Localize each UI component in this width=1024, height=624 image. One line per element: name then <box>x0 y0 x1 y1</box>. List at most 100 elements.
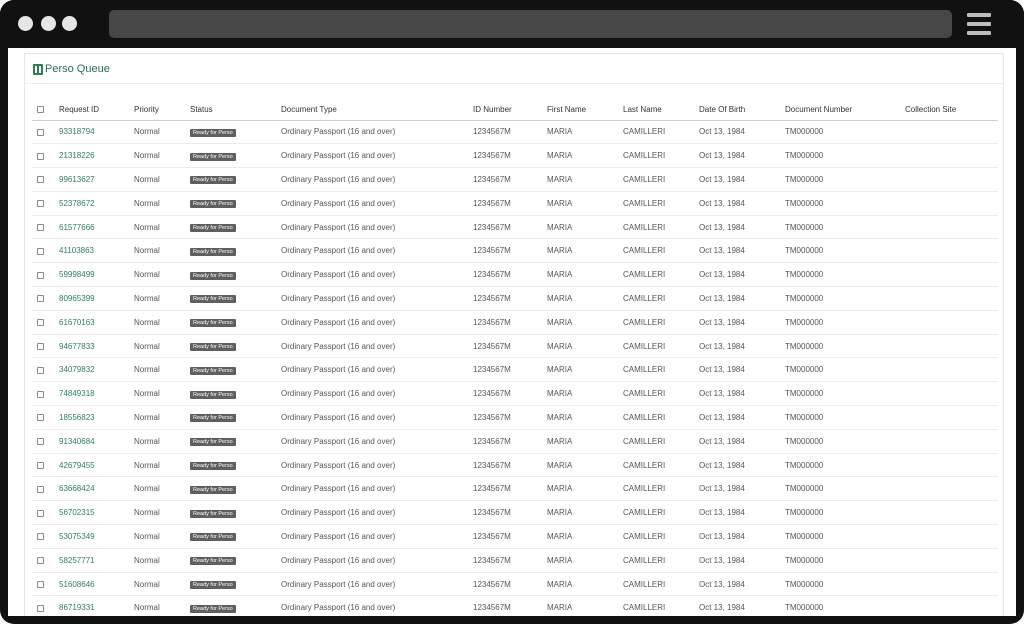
select-all-checkbox[interactable] <box>37 106 44 114</box>
table-row[interactable]: 74849318 Normal Ready for Perso Ordinary Pa… <box>32 381 998 407</box>
table-row[interactable]: 41103863 Normal Ready for Perso Ordinary Pa… <box>32 238 998 264</box>
row-checkbox[interactable] <box>37 366 44 374</box>
row-checkbox[interactable] <box>37 128 44 136</box>
table-row[interactable]: 42679455 Normal Ready for Perso Ordinary Pa… <box>32 453 998 478</box>
column-header[interactable]: Collection Site <box>905 99 998 121</box>
request-id-link[interactable]: 58257771 <box>59 556 95 565</box>
request-id-link[interactable]: 80965399 <box>59 294 95 303</box>
request-id-link[interactable]: 94677833 <box>59 342 95 351</box>
row-checkbox[interactable] <box>37 414 44 422</box>
first-name-cell: MARIA <box>547 310 623 335</box>
row-checkbox[interactable] <box>37 319 44 327</box>
request-id-link[interactable]: 93318794 <box>59 127 95 136</box>
row-checkbox[interactable] <box>37 604 44 612</box>
table-row[interactable]: 18556823 Normal Ready for Perso Ordinary Pa… <box>32 405 998 430</box>
column-header[interactable]: First Name <box>547 99 623 121</box>
row-checkbox[interactable] <box>37 342 44 350</box>
request-id-link[interactable]: 61577666 <box>59 223 95 232</box>
table-row[interactable]: 58257771 Normal Ready for Perso Ordinary Pa… <box>32 548 998 573</box>
table-row[interactable]: 53075349 Normal Ready for Perso Ordinary Pa… <box>32 524 998 549</box>
request-id-link[interactable]: 56702315 <box>59 508 95 517</box>
request-id-link[interactable]: 63668424 <box>59 484 95 493</box>
request-id-link[interactable]: 86719331 <box>59 603 95 612</box>
request-id-link[interactable]: 18556823 <box>59 413 95 422</box>
table-row[interactable]: 94677833 Normal Ready for Perso Ordinary Pa… <box>32 334 998 359</box>
table-row[interactable]: 59998499 Normal Ready for Perso Ordinary Pa… <box>32 262 998 288</box>
address-bar[interactable] <box>109 10 952 38</box>
request-id-link[interactable]: 91340684 <box>59 437 95 446</box>
window-close-dot-icon[interactable] <box>18 16 33 31</box>
request-id-link[interactable]: 59998499 <box>59 270 95 279</box>
status-cell: Ready for Perso <box>190 524 281 549</box>
table-row[interactable]: 61577666 Normal Ready for Perso Ordinary Pa… <box>32 215 998 240</box>
request-id-cell: 21318226 <box>59 143 134 169</box>
row-checkbox[interactable] <box>37 271 44 279</box>
table-row[interactable]: 91340684 Normal Ready for Perso Ordinary Pa… <box>32 429 998 454</box>
row-checkbox[interactable] <box>37 557 44 565</box>
window-maximize-dot-icon[interactable] <box>62 16 77 31</box>
row-checkbox[interactable] <box>37 152 44 160</box>
window-minimize-dot-icon[interactable] <box>41 16 56 31</box>
request-id-link[interactable]: 53075349 <box>59 532 95 541</box>
status-badge: Ready for Perso <box>190 533 236 542</box>
card-header: Perso Queue <box>25 54 1003 84</box>
column-header[interactable]: Document Number <box>785 99 905 121</box>
priority-cell: Normal <box>134 222 160 232</box>
request-id-cell: 59998499 <box>59 262 134 288</box>
row-checkbox[interactable] <box>37 176 44 184</box>
row-checkbox[interactable] <box>37 580 44 588</box>
row-checkbox[interactable] <box>37 509 44 517</box>
request-id-link[interactable]: 74849318 <box>59 389 95 398</box>
hamburger-menu-icon[interactable] <box>967 13 991 35</box>
date-of-birth-cell: Oct 13, 1984 <box>699 215 785 240</box>
column-header[interactable]: ID Number <box>473 99 547 121</box>
priority-cell: Normal <box>134 143 190 169</box>
row-checkbox[interactable] <box>37 295 44 303</box>
column-header[interactable]: Priority <box>134 99 190 121</box>
table-row[interactable]: 51608646 Normal Ready for Perso Ordinary Pa… <box>32 572 998 597</box>
document-type-cell: Ordinary Passport (16 and over) <box>281 453 473 478</box>
table-row[interactable]: 61670163 Normal Ready for Perso Ordinary Pa… <box>32 310 998 335</box>
table-row[interactable]: 86719331 Normal Ready for Perso Ordinary Pa… <box>32 595 998 616</box>
id-number-cell: 1234567M <box>473 198 511 208</box>
table-row[interactable]: 56702315 Normal Ready for Perso Ordinary Pa… <box>32 500 998 526</box>
request-id-link[interactable]: 21318226 <box>59 151 95 160</box>
column-header[interactable]: Document Type <box>281 99 473 121</box>
row-checkbox[interactable] <box>37 485 44 493</box>
first-name-cell: MARIA <box>547 436 573 446</box>
row-checkbox[interactable] <box>37 390 44 398</box>
column-header[interactable]: Status <box>190 99 281 121</box>
request-id-link[interactable]: 42679455 <box>59 461 95 470</box>
row-checkbox[interactable] <box>37 223 44 231</box>
table-row[interactable]: 80965399 Normal Ready for Perso Ordinary Pa… <box>32 286 998 311</box>
row-checkbox[interactable] <box>37 438 44 446</box>
row-checkbox[interactable] <box>37 461 44 469</box>
row-checkbox[interactable] <box>37 200 44 208</box>
table-row[interactable]: 93318794 Normal Ready for Perso Ordinary Pa… <box>32 120 998 145</box>
request-id-link[interactable]: 61670163 <box>59 318 95 327</box>
last-name-cell: CAMILLERI <box>623 389 666 399</box>
last-name-cell: CAMILLERI <box>623 174 666 184</box>
table-row[interactable]: 99613627 Normal Ready for Perso Ordinary Pa… <box>32 167 998 192</box>
table-row[interactable]: 21318226 Normal Ready for Perso Ordinary Pa… <box>32 143 998 169</box>
table-row[interactable]: 63668424 Normal Ready for Perso Ordinary Pa… <box>32 476 998 502</box>
document-number-cell: TM000000 <box>785 334 905 359</box>
request-id-link[interactable]: 41103863 <box>59 246 94 255</box>
column-header[interactable]: Date Of Birth <box>699 99 785 121</box>
column-header[interactable]: Last Name <box>623 99 699 121</box>
priority-cell: Normal <box>134 500 190 526</box>
row-checkbox[interactable] <box>37 247 44 255</box>
request-id-link[interactable]: 99613627 <box>59 175 95 184</box>
document-type-cell: Ordinary Passport (16 and over) <box>281 460 396 470</box>
table-row[interactable]: 34079832 Normal Ready for Perso Ordinary Pa… <box>32 357 998 383</box>
document-number-cell: TM000000 <box>785 405 905 430</box>
row-checkbox[interactable] <box>37 533 44 541</box>
column-header[interactable]: Request ID <box>59 99 134 121</box>
request-id-link[interactable]: 52378672 <box>59 199 95 208</box>
table-row[interactable]: 52378672 Normal Ready for Perso Ordinary Pa… <box>32 191 998 216</box>
status-cell: Ready for Perso <box>190 572 281 597</box>
document-number-cell: TM000000 <box>785 412 824 422</box>
request-id-link[interactable]: 34079832 <box>59 365 95 374</box>
request-id-link[interactable]: 51608646 <box>59 580 95 589</box>
date-of-birth-cell: Oct 13, 1984 <box>699 246 745 256</box>
